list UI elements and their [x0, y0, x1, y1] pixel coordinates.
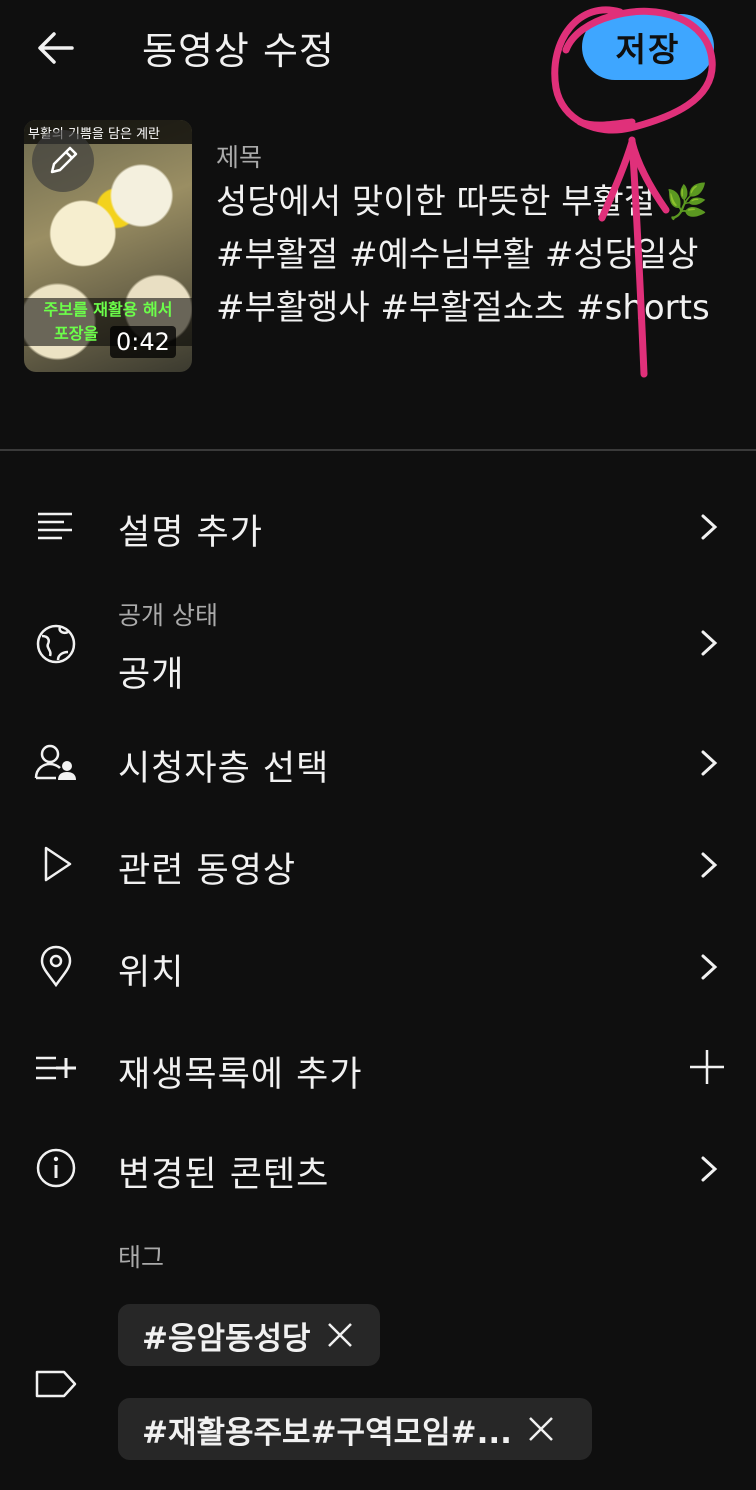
- description-lines-icon: [38, 512, 72, 540]
- audience-icon: [34, 744, 76, 780]
- page-title: 동영상 수정: [142, 29, 335, 73]
- title-label: 제목: [216, 143, 263, 172]
- edit-thumbnail-button[interactable]: [32, 130, 94, 192]
- thumbnail-caption-line1: 주보를 재활용 해서: [43, 300, 173, 319]
- menu-item-label: 재생목록에 추가: [118, 1055, 363, 1095]
- video-thumbnail[interactable]: 부활의 기쁨을 담은 계란 주보를 재활용 해서 포장을 0:42: [24, 120, 192, 372]
- menu-item-location[interactable]: 위치: [0, 920, 756, 1010]
- playlist-add-icon: [36, 1056, 76, 1080]
- menu-item-altered-content[interactable]: 변경된 콘텐츠: [0, 1122, 756, 1212]
- chevron-right-icon: [701, 954, 718, 980]
- info-icon: [36, 1148, 76, 1188]
- menu-item-add-description[interactable]: 설명 추가: [0, 480, 756, 570]
- video-summary: 부활의 기쁨을 담은 계란 주보를 재활용 해서 포장을 0:42 제목 성당에…: [24, 118, 756, 378]
- menu-item-visibility[interactable]: 공개 상태 공개: [0, 590, 756, 700]
- menu-item-label: 시청자층 선택: [118, 749, 330, 789]
- tags-label: 태그: [118, 1243, 165, 1272]
- video-duration: 0:42: [110, 326, 176, 358]
- divider: [0, 449, 756, 451]
- visibility-value: 공개: [118, 655, 185, 695]
- plus-icon: [690, 1050, 724, 1084]
- chevron-right-icon: [701, 852, 718, 878]
- menu-item-add-to-playlist[interactable]: 재생목록에 추가: [0, 1022, 756, 1112]
- back-button[interactable]: [30, 22, 82, 74]
- menu-item-label: 위치: [118, 953, 185, 993]
- chevron-right-icon: [701, 750, 718, 776]
- arrow-left-icon: [38, 32, 74, 64]
- menu-item-label: 변경된 콘텐츠: [118, 1155, 330, 1195]
- visibility-sublabel: 공개 상태: [118, 601, 218, 630]
- menu-item-related-video[interactable]: 관련 동영상: [0, 818, 756, 908]
- menu-item-label: 설명 추가: [118, 513, 263, 553]
- menu-item-audience[interactable]: 시청자층 선택: [0, 716, 756, 806]
- tag-chip[interactable]: #재활용주보#구역모임#...: [118, 1398, 592, 1460]
- play-outline-icon: [44, 846, 72, 882]
- save-button[interactable]: 저장: [582, 14, 714, 80]
- tag-chip[interactable]: #응암동성당: [118, 1304, 380, 1366]
- tag-icon: [35, 1370, 77, 1398]
- close-icon[interactable]: [325, 1320, 355, 1350]
- globe-icon: [36, 624, 76, 664]
- top-app-bar: 동영상 수정 저장: [0, 0, 756, 100]
- title-input[interactable]: 성당에서 맞이한 따뜻한 부활절 🌿#부활절 #예수님부활 #성당일상 #부활행…: [216, 176, 716, 335]
- pencil-icon: [50, 146, 78, 174]
- tag-chip-text: #응암동성당: [142, 1320, 311, 1357]
- menu-item-label: 관련 동영상: [118, 851, 297, 891]
- chevron-right-icon: [701, 630, 718, 656]
- tag-chip-text: #재활용주보#구역모임#...: [142, 1414, 512, 1451]
- close-icon[interactable]: [526, 1414, 556, 1444]
- location-pin-icon: [40, 945, 72, 988]
- chevron-right-icon: [701, 1156, 718, 1182]
- chevron-right-icon: [701, 514, 718, 540]
